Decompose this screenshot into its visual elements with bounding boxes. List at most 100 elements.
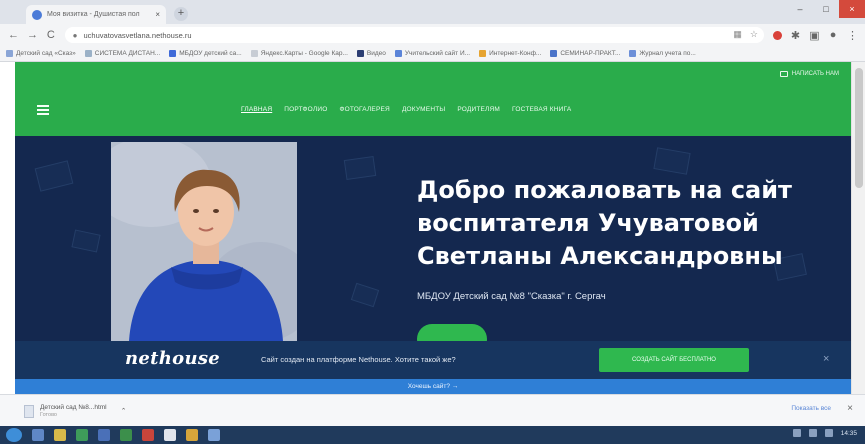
- taskbar-word-icon[interactable]: [98, 429, 110, 441]
- translate-icon[interactable]: ▦: [733, 29, 742, 40]
- file-icon: [24, 404, 34, 418]
- system-tray: 14:35: [792, 429, 857, 437]
- taskbar-excel-icon[interactable]: [120, 429, 132, 441]
- bookmark-label: Детский сад «Сказ»: [16, 50, 76, 57]
- show-all-downloads-link[interactable]: Показать все: [791, 405, 831, 412]
- teacher-photo: [111, 142, 297, 341]
- browser-toolbar: ← → C ● uchuvatovasvetlana.nethouse.ru ▦…: [0, 24, 865, 46]
- hero-title: Добро пожаловать на сайт воспитателя Учу…: [417, 174, 837, 273]
- start-button[interactable]: [6, 428, 22, 442]
- bookmark-favicon-icon: [169, 50, 177, 57]
- profile-icon[interactable]: ●: [828, 29, 838, 41]
- address-bar-actions: ▦ ☆: [733, 29, 758, 40]
- volume-icon[interactable]: [808, 429, 817, 437]
- bookmark-favicon-icon: [629, 50, 637, 57]
- taskbar-window-icon[interactable]: [208, 429, 220, 441]
- site-header: Написать нам Главная Портфолио Фотогалерея…: [15, 62, 851, 136]
- bookmark-item[interactable]: Детский сад «Сказ»: [6, 50, 76, 57]
- bookmark-item[interactable]: МБДОУ детский са...: [169, 50, 242, 57]
- download-file-name: Детский сад №8...html: [40, 404, 107, 411]
- contact-link[interactable]: Написать нам: [779, 71, 839, 77]
- download-bar-close-icon[interactable]: ×: [847, 403, 853, 414]
- nav-link[interactable]: Родителям: [457, 106, 500, 113]
- create-site-button[interactable]: Создать сайт бесплатно: [599, 348, 749, 372]
- download-bar: Детский сад №8...html Готово ⌃ Показать …: [0, 394, 865, 426]
- bookmark-item[interactable]: Журнал учета по...: [629, 50, 696, 57]
- bookmark-item[interactable]: СИСТЕМА ДИСТАН...: [84, 50, 160, 57]
- taskbar-explorer-icon[interactable]: [32, 429, 44, 441]
- tab-title: Моя визитка - Душистая пол: [47, 11, 140, 18]
- menu-dots-icon[interactable]: ⋮: [847, 29, 858, 42]
- bookmarks-bar: Детский сад «Сказ» СИСТЕМА ДИСТАН... МБДОУ…: [0, 46, 865, 62]
- download-item[interactable]: Детский сад №8...html Готово ⌃: [24, 401, 156, 421]
- decor-shape: [350, 282, 380, 308]
- bookmark-label: Интернет-Конф...: [489, 50, 542, 57]
- download-status: Готово: [40, 412, 57, 418]
- decor-shape: [34, 160, 74, 192]
- address-url[interactable]: uchuvatovasvetlana.nethouse.ru: [84, 31, 192, 40]
- os-taskbar: 14:35: [0, 426, 865, 444]
- want-site-link[interactable]: Хочешь сайт? →: [15, 379, 851, 394]
- taskbar-media-icon[interactable]: [186, 429, 198, 441]
- nav-link[interactable]: Портфолио: [284, 106, 327, 113]
- hero-title-line: Светланы Александровны: [417, 242, 783, 270]
- bookmark-label: Яндекс.Карты - Google Кар...: [260, 50, 348, 57]
- promo-close-icon[interactable]: ×: [823, 353, 829, 365]
- forward-icon[interactable]: →: [27, 29, 38, 41]
- decor-shape: [71, 229, 101, 253]
- bookmark-item[interactable]: Яндекс.Карты - Google Кар...: [250, 50, 348, 57]
- nav-link[interactable]: Главная: [241, 106, 272, 113]
- nethouse-promo-banner: nethouse Сайт создан на платформе Nethou…: [15, 341, 851, 379]
- hero-title-line: Добро пожаловать на сайт: [417, 176, 792, 204]
- address-bar[interactable]: ● uchuvatovasvetlana.nethouse.ru ▦ ☆: [64, 27, 764, 43]
- bookmark-item[interactable]: Видео: [356, 50, 386, 57]
- bookmark-label: Журнал учета по...: [639, 50, 696, 57]
- bookmark-favicon-icon: [84, 50, 92, 57]
- hamburger-menu-icon[interactable]: [37, 105, 49, 115]
- hero-cta-button[interactable]: [417, 324, 487, 341]
- mail-icon: [779, 71, 788, 77]
- nav-link[interactable]: Фотогалерея: [339, 106, 389, 113]
- taskbar-clock[interactable]: 14:35: [841, 430, 857, 437]
- bookmark-star-icon[interactable]: ☆: [750, 29, 758, 40]
- extensions-puzzle-icon[interactable]: ✱: [791, 29, 801, 42]
- window-controls: – □ ×: [787, 0, 865, 22]
- chevron-up-icon[interactable]: ⌃: [121, 407, 127, 415]
- nav-link[interactable]: Гостевая книга: [512, 106, 571, 113]
- reload-icon[interactable]: C: [46, 29, 56, 41]
- bookmark-item[interactable]: СЕМИНАР-ПРАКТ...: [550, 50, 620, 57]
- main-navigation: Главная Портфолио Фотогалерея Документы Роди…: [241, 106, 571, 113]
- bookmark-favicon-icon: [550, 50, 558, 57]
- browser-tab-strip: Моя визитка - Душистая пол × + – □ ×: [0, 0, 865, 24]
- lock-icon[interactable]: ●: [73, 31, 78, 40]
- decor-shape: [653, 147, 691, 175]
- nav-link[interactable]: Документы: [402, 106, 445, 113]
- nethouse-logo[interactable]: nethouse: [125, 348, 220, 369]
- taskbar-powerpoint-icon[interactable]: [142, 429, 154, 441]
- portrait-illustration: [111, 142, 297, 341]
- network-icon[interactable]: [792, 429, 801, 437]
- bookmark-item[interactable]: Интернет-Конф...: [479, 50, 541, 57]
- scrollbar-thumb[interactable]: [855, 68, 863, 188]
- bookmark-label: СЕМИНАР-ПРАКТ...: [560, 50, 621, 57]
- decor-shape: [343, 156, 377, 180]
- new-tab-button[interactable]: +: [174, 7, 188, 21]
- maximize-button[interactable]: □: [813, 0, 839, 18]
- tab-close-icon[interactable]: ×: [155, 10, 160, 19]
- taskbar-chrome-icon[interactable]: [164, 429, 176, 441]
- reading-list-icon[interactable]: ▣: [809, 29, 819, 42]
- page-scrollbar[interactable]: [851, 62, 865, 394]
- bookmark-label: МБДОУ детский са...: [179, 50, 242, 57]
- bookmark-item[interactable]: Учительский сайт И...: [394, 50, 470, 57]
- taskbar-app-icon[interactable]: [76, 429, 88, 441]
- browser-tab[interactable]: Моя визитка - Душистая пол ×: [26, 5, 166, 24]
- bookmark-favicon-icon: [356, 50, 364, 57]
- language-icon[interactable]: [824, 429, 833, 437]
- close-window-button[interactable]: ×: [839, 0, 865, 18]
- taskbar-folder-icon[interactable]: [54, 429, 66, 441]
- hero-subtitle: МБДОУ Детский сад №8 "Сказка" г. Сергач: [417, 291, 606, 302]
- extension-opera-icon[interactable]: [772, 30, 782, 40]
- hero-title-line: воспитателя Учуватовой: [417, 209, 759, 237]
- back-icon[interactable]: ←: [8, 29, 19, 41]
- minimize-button[interactable]: –: [787, 0, 813, 18]
